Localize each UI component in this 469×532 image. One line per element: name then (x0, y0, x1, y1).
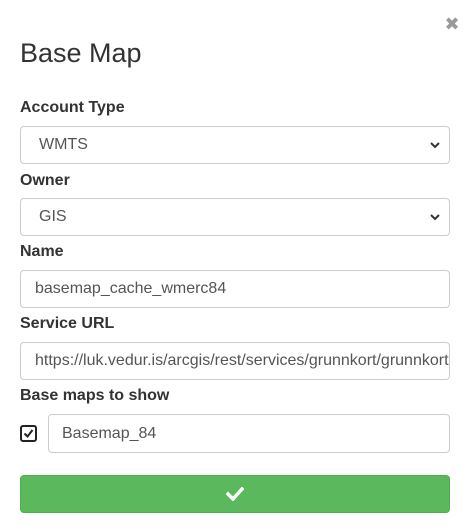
checkmark-icon (23, 429, 34, 439)
account-type-label: Account Type (20, 99, 125, 116)
checkmark-icon (226, 487, 244, 501)
basemap-checkbox[interactable] (20, 425, 37, 442)
service-url-label: Service URL (20, 315, 115, 332)
base-maps-label: Base maps to show (20, 387, 170, 404)
service-url-input[interactable]: https://luk.vedur.is/arcgis/rest/service… (20, 342, 450, 380)
chevron-down-icon (430, 214, 440, 221)
submit-button[interactable] (20, 475, 450, 513)
account-type-value: WMTS (39, 136, 88, 153)
close-button[interactable]: ✖ (443, 16, 461, 34)
name-value: basemap_cache_wmerc84 (35, 280, 227, 297)
name-input[interactable]: basemap_cache_wmerc84 (20, 270, 450, 308)
owner-select[interactable]: GIS (20, 198, 450, 236)
service-url-value: https://luk.vedur.is/arcgis/rest/service… (35, 352, 449, 369)
owner-value: GIS (39, 208, 67, 225)
owner-label: Owner (20, 172, 70, 189)
basemap-name-input[interactable]: Basemap_84 (48, 414, 450, 453)
dialog-title: Base Map (20, 38, 142, 68)
account-type-select[interactable]: WMTS (20, 126, 450, 164)
chevron-down-icon (430, 142, 440, 149)
basemap-name-value: Basemap_84 (62, 424, 157, 442)
name-label: Name (20, 243, 64, 260)
